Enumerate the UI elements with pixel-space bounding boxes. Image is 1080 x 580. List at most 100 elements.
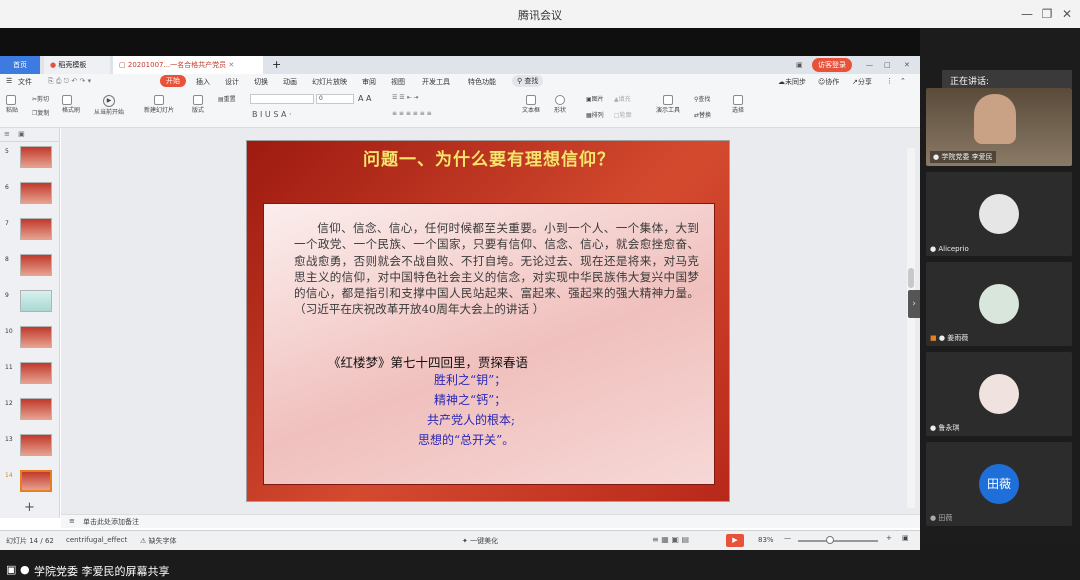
slide-line: 共产党人的根本; (427, 413, 516, 427)
font-size-input[interactable]: 0 (316, 94, 354, 104)
collapse-ribbon-icon[interactable]: ⌃ (900, 77, 906, 85)
cut-button[interactable]: ✂剪切 (32, 94, 49, 103)
add-slide-button[interactable]: + (24, 500, 35, 515)
zoom-in-icon[interactable]: + (886, 534, 892, 542)
outline-view-icon[interactable]: ≡ (4, 130, 10, 138)
fill-button[interactable]: ▲填充 (614, 94, 631, 103)
more-icon[interactable]: ⋮ (886, 77, 893, 85)
tab-home[interactable]: 首页 (0, 56, 40, 74)
picture-button[interactable]: ▣图片 (586, 94, 604, 103)
zoom-out-icon[interactable]: — (784, 534, 791, 542)
new-slide-button[interactable]: 新建幻灯片 (144, 95, 174, 114)
shape-button[interactable]: 形状 (554, 95, 566, 114)
outline-button[interactable]: □轮廓 (614, 110, 632, 119)
scrollbar-thumb[interactable] (908, 268, 914, 288)
new-tab-button[interactable]: + (266, 56, 287, 74)
menu-file[interactable]: 文件 (18, 77, 32, 87)
font-name-select[interactable] (250, 94, 314, 104)
presenter-label: 演示工具 (656, 107, 681, 114)
close-icon[interactable]: ✕ (1057, 4, 1077, 24)
unsynced-button[interactable]: ☁未同步 (778, 77, 806, 87)
minimize-icon[interactable]: — (860, 56, 879, 74)
notes-bar[interactable]: ≡ 单击此处添加备注 (61, 514, 920, 528)
select-button[interactable]: 选择 (732, 95, 744, 114)
layout-button[interactable]: 版式 (192, 95, 204, 114)
arrange-button[interactable]: ▦排列 (586, 110, 604, 119)
restore-icon[interactable]: ❐ (1037, 4, 1057, 24)
tab-docer-templates[interactable]: ● 稻壳模板 (44, 56, 110, 74)
panel-view-toggle[interactable]: ≡ ▣ (0, 128, 60, 142)
tab-close-icon[interactable]: ✕ (228, 61, 234, 69)
slide-thumbnail[interactable] (20, 254, 52, 276)
thumbnail-view-icon[interactable]: ▣ (18, 130, 25, 138)
align-icons[interactable]: ≡ ≡ ≡ ≡ ≡ ≡ (392, 110, 432, 117)
zoom-slider-handle[interactable] (826, 536, 834, 544)
layout-icon[interactable]: ▣ (790, 56, 809, 74)
font-grow-shrink-icons[interactable]: A A (358, 94, 372, 103)
collab-button[interactable]: ☺协作 (818, 77, 839, 87)
menu-features[interactable]: 特色功能 (468, 77, 496, 87)
presenter-tools-button[interactable]: 演示工具 (656, 95, 680, 114)
paste-button[interactable]: 粘贴 (6, 95, 18, 114)
cut-label: 剪切 (37, 96, 50, 103)
find-button[interactable]: ⚲查找 (694, 94, 710, 103)
participant-tile[interactable]: ■ ● 姜雨薇 (926, 262, 1072, 346)
zoom-slider[interactable] (798, 536, 878, 544)
menu-start[interactable]: 开始 (160, 75, 186, 87)
participant-tile[interactable]: 田薇 ● 田薇 (926, 442, 1072, 526)
hamburger-icon[interactable]: ☰ (6, 77, 12, 85)
share-button[interactable]: ↗分享 (852, 77, 872, 87)
slide-thumbnail[interactable] (20, 182, 52, 204)
new-slide-icon (154, 95, 164, 105)
restore-icon[interactable]: □ (878, 56, 897, 74)
slideshow-play-button[interactable]: ▶ (726, 534, 744, 547)
collapse-sidebar-button[interactable]: › (908, 290, 920, 318)
slide-thumbnail[interactable] (20, 290, 52, 312)
slide-content-box[interactable]: 信仰、信念、信心，任何时候都至关重要。小到一个人、一个集体，大到一个政党、一个民… (263, 203, 715, 485)
menu-search[interactable]: ⚲ 查找 (512, 75, 544, 87)
vertical-scrollbar[interactable] (907, 148, 915, 508)
menu-design[interactable]: 设计 (225, 77, 239, 87)
replace-button[interactable]: ⇄替换 (694, 110, 711, 119)
menu-insert[interactable]: 插入 (196, 77, 210, 87)
slide-thumbnail[interactable] (20, 362, 52, 384)
slide-thumbnail[interactable] (20, 434, 52, 456)
menu-slideshow[interactable]: 幻灯片放映 (312, 77, 347, 87)
copy-button[interactable]: ❐复制 (32, 108, 49, 117)
participant-tile[interactable]: ● 鲁永琪 (926, 352, 1072, 436)
slide-body-text: 信仰、信念、信心，任何时候都至关重要。小到一个人、一个集体，大到一个政党、一个民… (294, 221, 699, 317)
format-painter-button[interactable]: 格式刷 (62, 95, 80, 114)
avatar (979, 284, 1019, 324)
textbox-button[interactable]: 文本框 (522, 95, 540, 114)
participant-tile[interactable]: ● Aliceprio (926, 172, 1072, 256)
menu-bar: ☰ 文件 ⎘ ⎙ ⎋ ↶ ↷ ▾ 开始 插入 设计 切换 动画 幻灯片放映 审阅… (0, 74, 920, 90)
close-icon[interactable]: ✕ (898, 56, 916, 74)
menu-view[interactable]: 视图 (391, 77, 405, 87)
view-mode-icons[interactable]: ≡ ▦ ▣ ▤ (652, 535, 689, 544)
participant-name-text: 鲁永琪 (938, 424, 960, 432)
slide-thumbnail[interactable] (20, 398, 52, 420)
minimize-icon[interactable]: — (1017, 4, 1037, 24)
slide-thumbnail[interactable] (20, 146, 52, 168)
missing-font-button[interactable]: ⚠ 缺失字体 (140, 536, 177, 546)
slide-thumbnail[interactable] (20, 326, 52, 348)
login-badge[interactable]: 访客登录 (812, 58, 852, 72)
quick-access-icons[interactable]: ⎘ ⎙ ⎋ ↶ ↷ ▾ (48, 77, 91, 86)
menu-animation[interactable]: 动画 (283, 77, 297, 87)
menu-review[interactable]: 审阅 (362, 77, 376, 87)
bold-italic-underline-icons[interactable]: B I U S A · (252, 110, 292, 119)
slide-thumbnail[interactable] (20, 218, 52, 240)
menu-developer[interactable]: 开发工具 (422, 77, 450, 87)
menu-transition[interactable]: 切换 (254, 77, 268, 87)
current-slide[interactable]: 问题一、为什么要有理想信仰？ 信仰、信念、信心，任何时候都至关重要。小到一个人、… (246, 140, 730, 502)
participant-name: ■ ● 姜雨薇 (930, 333, 968, 343)
play-from-current-button[interactable]: ▶ 从当前开始 (94, 95, 124, 116)
reset-button[interactable]: ▤重置 (218, 94, 236, 103)
fit-window-icon[interactable]: ▣ (902, 534, 909, 542)
list-icons[interactable]: ☰ ☰ ⇤ ⇥ (392, 94, 419, 101)
slide-thumbnail-selected[interactable] (20, 470, 52, 492)
participant-tile-video[interactable]: ● 学院党委 李爱民 (926, 88, 1072, 166)
mic-muted-icon: ● (930, 424, 937, 432)
tab-current-presentation[interactable]: ▢ 20201007...一名合格共产党员 ✕ (113, 56, 263, 74)
beautify-button[interactable]: ✦ 一键美化 (462, 536, 498, 546)
